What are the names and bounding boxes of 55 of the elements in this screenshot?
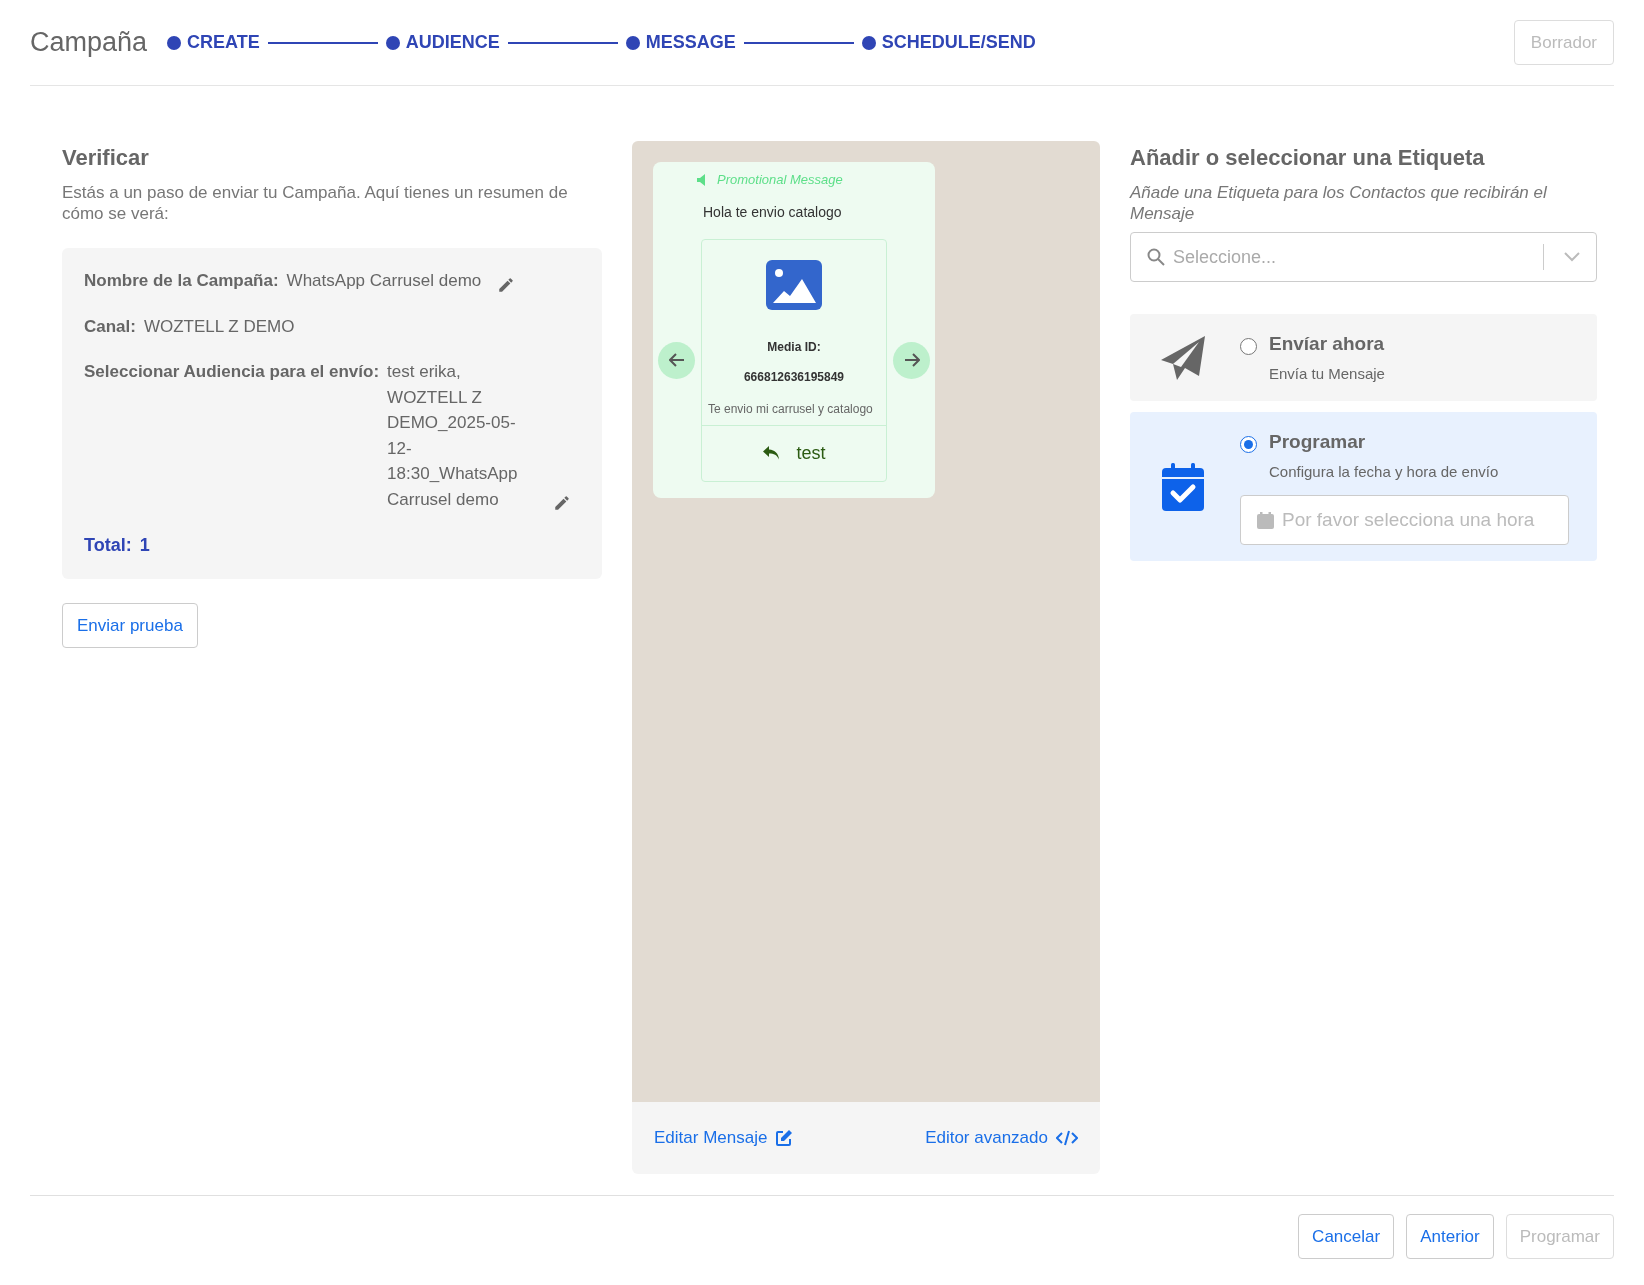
edit-icon[interactable] xyxy=(553,494,572,512)
time-picker[interactable]: Por favor selecciona una hora xyxy=(1240,495,1569,545)
section-hint: Añade una Etiqueta para los Contactos que recibirán el Mensaje xyxy=(1130,182,1548,224)
summary-label: Seleccionar Audiencia para el envío: xyxy=(84,361,380,383)
media-label: Media ID: xyxy=(767,338,821,356)
arrow-right-icon xyxy=(903,353,920,367)
tag-select-field[interactable]: Seleccione... xyxy=(1173,243,1535,271)
step-indicator[interactable]: MESSAGE xyxy=(625,29,736,56)
option-title: Envíar ahora xyxy=(1269,332,1385,356)
edit-icon xyxy=(775,1129,794,1147)
message-text: Hola te envio catalogo xyxy=(703,202,842,222)
previous-arrow-button[interactable] xyxy=(658,341,695,379)
image-icon xyxy=(766,259,822,310)
total-label: Total: xyxy=(84,534,132,557)
summary-label: Nombre de la Campaña: xyxy=(84,270,279,292)
step-indicator[interactable]: CREATE xyxy=(167,29,260,56)
edit-message-link[interactable]: Editar Mensaje xyxy=(654,1125,794,1151)
tag-select[interactable]: Seleccione... xyxy=(1130,232,1597,282)
total-value: 1 xyxy=(139,534,150,557)
card-caption: Te envio mi carrusel y catalogo xyxy=(708,401,873,418)
summary-value: test erika, WOZTELL Z DEMO_2025-05-12-18:30_WhatsApp Carrusel demo xyxy=(387,361,519,511)
next-arrow-button[interactable] xyxy=(893,341,930,379)
summary-value: WhatsApp Carrusel demo xyxy=(286,270,482,292)
arrow-left-icon xyxy=(668,353,685,367)
message-tag: Promotional Message xyxy=(717,170,843,190)
radio-button[interactable] xyxy=(1240,436,1257,453)
code-icon xyxy=(1056,1130,1078,1146)
send-test-button[interactable]: Enviar prueba xyxy=(62,603,198,648)
section-description: Estás a un paso de enviar tu Campaña. Aquí tienes un resumen de cómo se verá: xyxy=(62,182,569,224)
radio-button[interactable] xyxy=(1240,338,1257,355)
paper-plane-icon xyxy=(1159,333,1207,382)
step-indicator[interactable]: SCHEDULE/SEND xyxy=(861,29,1036,56)
media-id: 666812636195849 xyxy=(743,368,845,386)
chevron-down-icon xyxy=(1564,252,1580,262)
page-title: Campaña xyxy=(30,26,148,60)
option-title: Programar xyxy=(1269,430,1367,454)
search-icon xyxy=(1147,248,1165,266)
section-title: Añadir o seleccionar una Etiqueta xyxy=(1130,144,1486,172)
advanced-editor-link[interactable]: Editor avanzado xyxy=(925,1125,1078,1151)
reply-icon xyxy=(762,445,781,461)
summary-value: WOZTELL Z DEMO xyxy=(143,315,295,338)
send-now-option-card[interactable]: Envíar ahora Envía tu Mensaje xyxy=(1130,314,1597,401)
step-indicator[interactable]: AUDIENCE xyxy=(385,29,500,56)
section-title: Verificar xyxy=(62,144,150,172)
previous-button[interactable]: Anterior xyxy=(1406,1214,1494,1259)
time-field[interactable]: Por favor selecciona una hora xyxy=(1282,505,1552,535)
option-subtitle: Envía tu Mensaje xyxy=(1269,363,1385,384)
edit-icon[interactable] xyxy=(497,275,516,294)
calendar-icon xyxy=(1257,511,1274,529)
summary-label: Canal: xyxy=(84,315,136,338)
cancel-button[interactable]: Cancelar xyxy=(1298,1214,1395,1259)
schedule-option-card[interactable]: Programar Configura la fecha y hora de envío Por favor selecciona una hora xyxy=(1130,412,1597,561)
calendar-check-icon xyxy=(1162,462,1204,511)
reply-button[interactable]: test xyxy=(702,424,886,481)
option-subtitle: Configura la fecha y hora de envío xyxy=(1269,461,1499,482)
